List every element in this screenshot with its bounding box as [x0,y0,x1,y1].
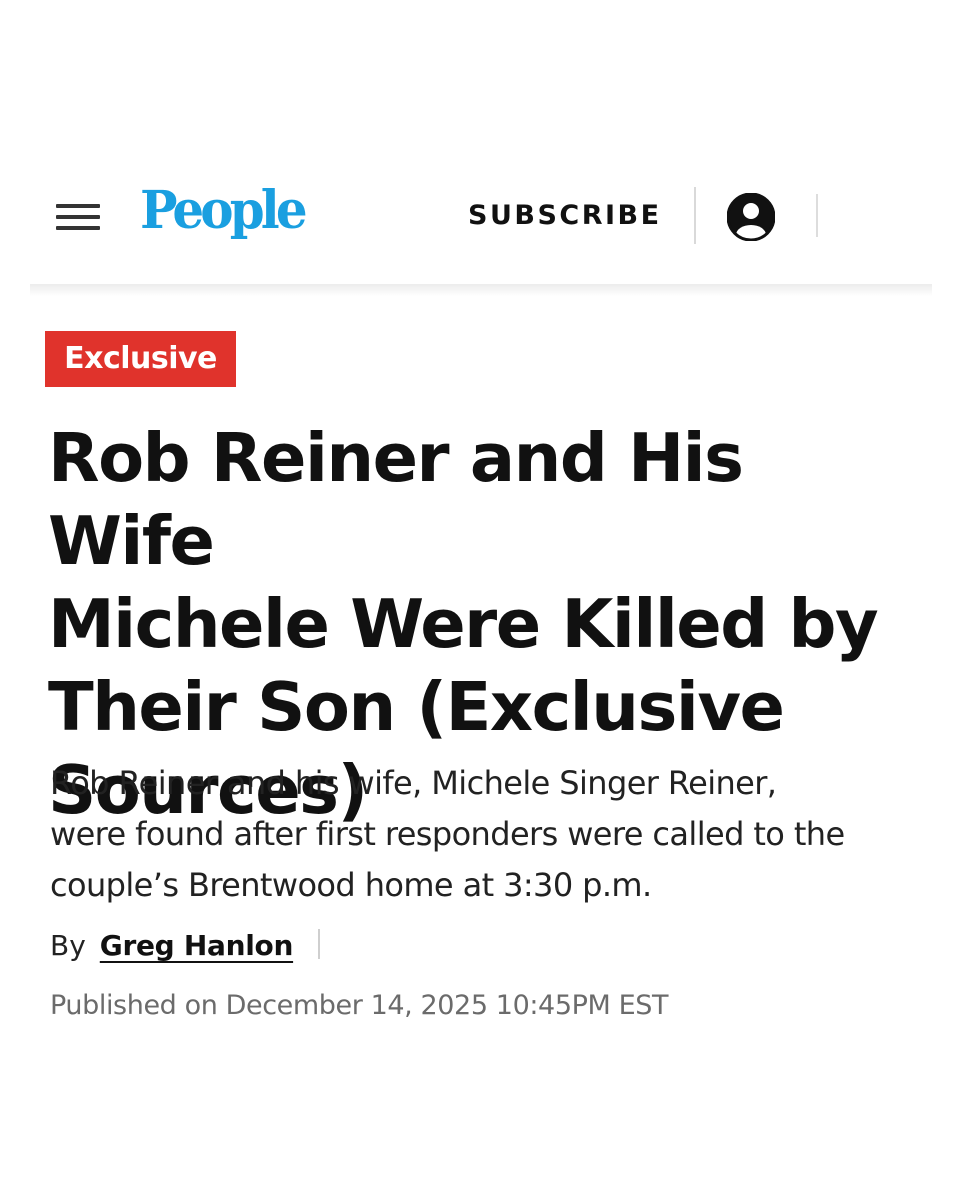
people-logo[interactable]: People [140,180,308,242]
user-account-icon[interactable] [726,192,776,242]
published-date: Published on December 14, 2025 10:45PM E… [50,990,669,1021]
hamburger-menu-icon[interactable] [56,201,100,233]
author-link[interactable]: Greg Hanlon [100,929,294,962]
article-dek: Rob Reiner and his wife, Michele Singer … [50,758,930,911]
header-divider-right [816,194,818,237]
dek-line: couple’s Brentwood home at 3:30 p.m. [50,866,652,904]
byline-divider [318,929,320,959]
header-divider [694,187,696,244]
header-bottom-shadow [30,284,932,296]
headline-line: Michele Were Killed by [48,585,879,663]
headline-line: Their Son (Exclusive [48,668,785,746]
exclusive-badge[interactable]: Exclusive [45,331,236,387]
menu-bar-bottom [56,226,100,230]
subscribe-button[interactable]: SUBSCRIBE [468,198,662,234]
byline-prefix: By [50,929,86,962]
dek-line: were found after first responders were c… [50,815,845,853]
dek-line: Rob Reiner and his wife, Michele Singer … [50,764,777,802]
byline: By Greg Hanlon [50,924,293,968]
menu-bar-middle [56,215,100,219]
site-header: People SUBSCRIBE [30,170,932,286]
menu-bar-top [56,204,100,208]
headline-line: Rob Reiner and His Wife [48,419,744,580]
